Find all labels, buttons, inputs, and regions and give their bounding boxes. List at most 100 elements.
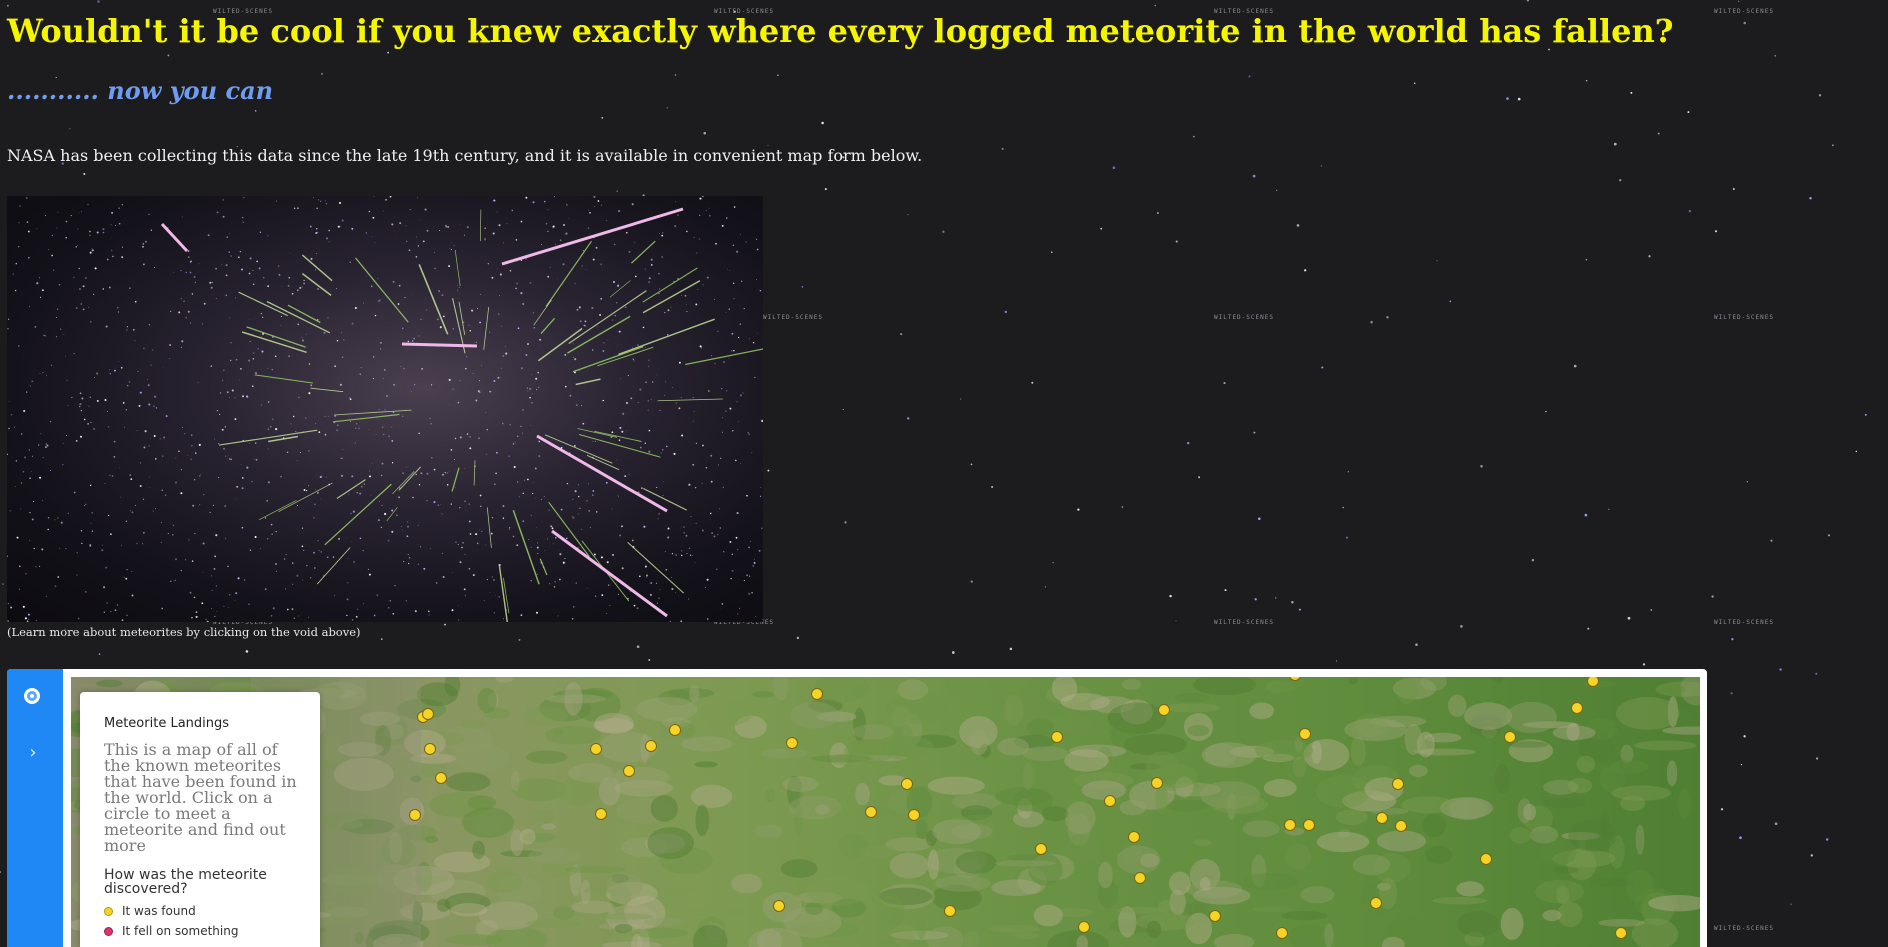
star <box>1276 189 1278 191</box>
star <box>648 659 651 661</box>
star <box>844 521 847 524</box>
meteorite-marker[interactable] <box>424 743 436 755</box>
star <box>1816 757 1819 760</box>
meteor-shower-photo <box>7 196 763 622</box>
meteorite-marker[interactable] <box>944 905 956 917</box>
legend-item-label: It fell on something <box>122 924 239 938</box>
map-legend-panel: Meteorite Landings This is a map of all … <box>80 692 320 947</box>
meteorite-marker[interactable] <box>901 778 913 790</box>
meteorite-marker[interactable] <box>1299 728 1311 740</box>
star <box>1248 75 1251 78</box>
star <box>1827 534 1831 537</box>
star <box>1254 598 1257 601</box>
star <box>1004 310 1007 314</box>
star <box>767 469 770 472</box>
meteorite-marker[interactable] <box>1587 677 1599 687</box>
star <box>1291 600 1294 604</box>
star <box>1809 197 1812 200</box>
star <box>518 638 521 641</box>
star <box>1720 808 1724 811</box>
layer-toggle-icon[interactable] <box>24 688 40 704</box>
meteorite-marker[interactable] <box>595 808 607 820</box>
star <box>1415 643 1418 646</box>
star <box>1790 903 1792 905</box>
meteorite-marker[interactable] <box>1158 704 1170 716</box>
meteorite-marker[interactable] <box>1209 910 1221 922</box>
star <box>2 583 4 585</box>
star <box>1630 91 1633 94</box>
meteorite-marker[interactable] <box>1392 778 1404 790</box>
meteorite-marker[interactable] <box>409 809 421 821</box>
meteorite-marker[interactable] <box>1303 819 1315 831</box>
star <box>381 638 383 640</box>
star <box>1825 838 1829 841</box>
star <box>703 131 706 135</box>
meteorite-marker[interactable] <box>1376 812 1388 824</box>
meteorite-marker[interactable] <box>908 809 920 821</box>
meteorite-marker[interactable] <box>623 765 635 777</box>
star <box>1779 668 1782 671</box>
meteorite-marker[interactable] <box>1078 921 1090 933</box>
meteorite-marker[interactable] <box>590 743 602 755</box>
meteor-shower-image-link[interactable] <box>7 196 763 622</box>
meteorite-marker[interactable] <box>1276 927 1288 939</box>
star <box>1864 413 1867 416</box>
star <box>1186 441 1190 445</box>
star <box>1192 135 1195 138</box>
page-heading: Wouldn't it be cool if you knew exactly … <box>7 12 1674 50</box>
legend-description: This is a map of all of the known meteor… <box>104 740 297 855</box>
expand-chevron-icon[interactable]: › <box>26 743 40 763</box>
meteorite-marker[interactable] <box>669 724 681 736</box>
star <box>1608 508 1610 510</box>
meteorite-marker[interactable] <box>786 737 798 749</box>
meteorite-marker[interactable] <box>1128 831 1140 843</box>
page-subheading: ........... now you can <box>7 76 274 105</box>
map-sidebar: › <box>7 669 63 947</box>
meteorite-marker[interactable] <box>1051 731 1063 743</box>
star <box>1223 382 1226 385</box>
meteorite-marker[interactable] <box>1395 820 1407 832</box>
star <box>1743 21 1746 25</box>
meteorite-marker[interactable] <box>1134 872 1146 884</box>
meteorite-marker[interactable] <box>645 740 657 752</box>
star <box>1770 539 1773 542</box>
star <box>1815 672 1818 675</box>
star <box>1517 97 1521 101</box>
meteorite-marker[interactable] <box>1504 731 1516 743</box>
star <box>1320 165 1322 167</box>
star <box>1730 692 1733 695</box>
meteorite-marker[interactable] <box>1284 819 1296 831</box>
star <box>245 650 249 653</box>
star <box>666 107 668 109</box>
meteorite-marker[interactable] <box>1615 927 1627 939</box>
meteorite-marker[interactable] <box>865 806 877 818</box>
meteorite-marker[interactable] <box>1035 843 1047 855</box>
meteorite-marker[interactable] <box>1151 777 1163 789</box>
star <box>1121 506 1124 508</box>
star <box>991 485 994 489</box>
meteorite-marker[interactable] <box>1370 897 1382 909</box>
legend-item-fell: It fell on something <box>104 924 238 938</box>
meteorite-marker[interactable] <box>435 772 447 784</box>
legend-question: How was the meteorite discovered? <box>104 867 267 897</box>
meteorite-marker[interactable] <box>811 688 823 700</box>
star <box>387 51 389 54</box>
meteorite-marker[interactable] <box>1480 853 1492 865</box>
star <box>1585 258 1588 261</box>
star <box>1224 589 1227 592</box>
star <box>1619 179 1622 182</box>
star <box>942 230 945 233</box>
intro-text: NASA has been collecting this data since… <box>7 146 923 165</box>
meteorite-marker[interactable] <box>422 708 434 720</box>
star <box>1052 562 1054 564</box>
star <box>1687 111 1690 114</box>
meteorite-marker[interactable] <box>773 900 785 912</box>
meteorite-marker[interactable] <box>1104 795 1116 807</box>
star <box>1831 144 1834 147</box>
star <box>951 651 955 654</box>
star <box>1413 82 1416 84</box>
meteorite-marker[interactable] <box>1571 702 1583 714</box>
star <box>796 636 800 640</box>
watermark-text: WILTED-SCENES <box>1714 925 1774 932</box>
star <box>1449 300 1452 303</box>
